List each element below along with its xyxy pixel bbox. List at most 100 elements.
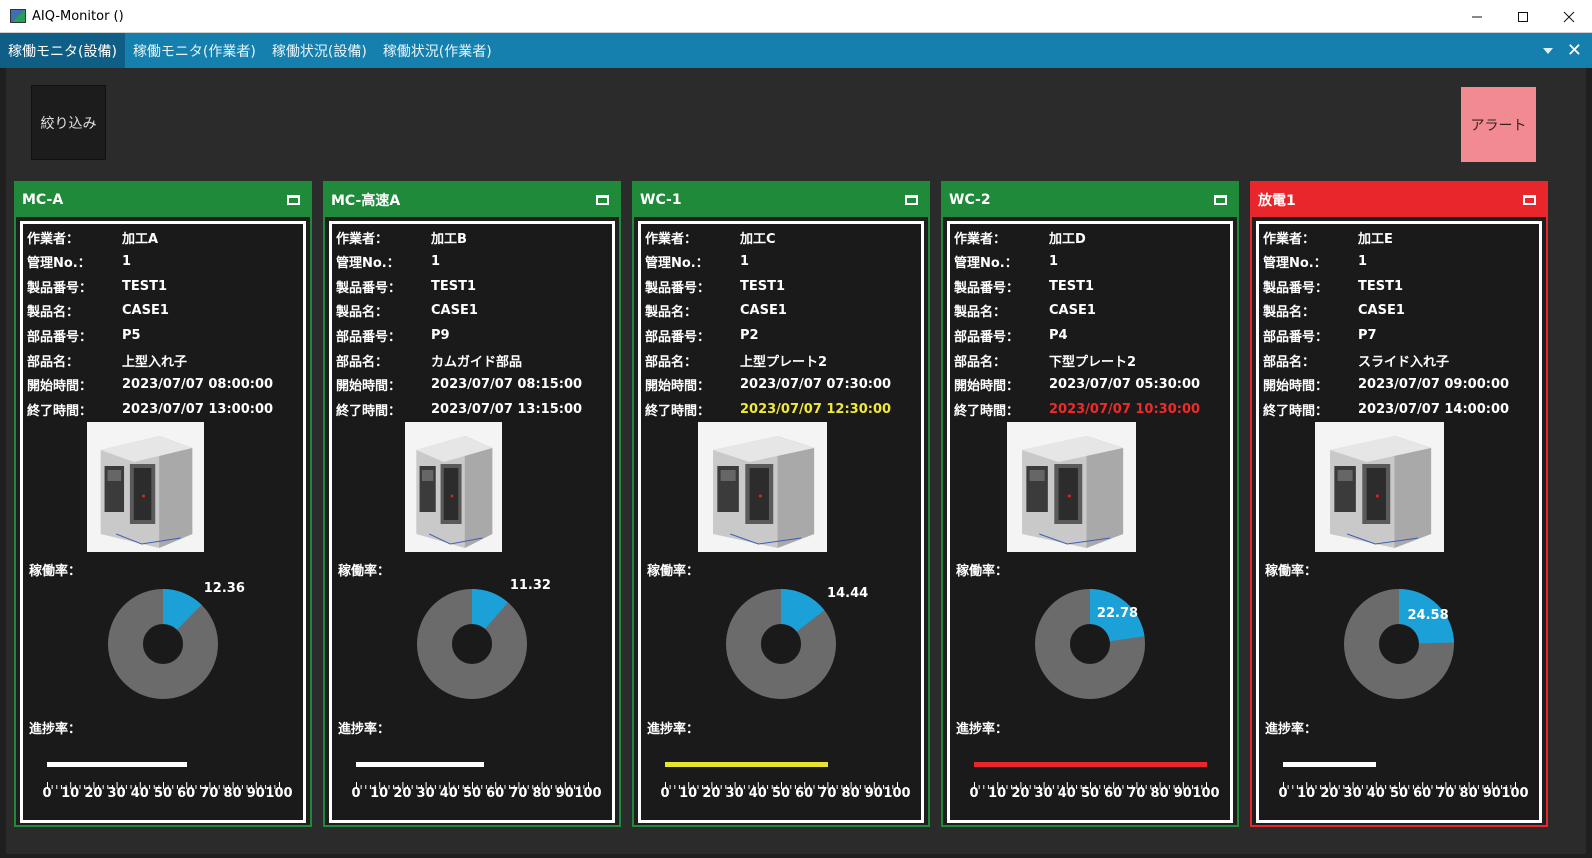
panel-header: 放電1 — [1252, 183, 1546, 217]
info-label: 管理No.： — [336, 256, 400, 272]
progress-label: 進捗率： — [338, 722, 391, 737]
info-label: 部品番号： — [27, 329, 93, 345]
info-label: 開始時間： — [645, 379, 711, 395]
progress-axis-ticks — [665, 774, 898, 789]
info-label: 製品名： — [645, 305, 698, 321]
axis-tick-label: 70 — [200, 786, 219, 801]
info-value: 2023/07/07 12:30:00 — [740, 401, 892, 417]
progress-gauge: 0 10 20 30 40 50 60 70 80 90 100 — [641, 754, 921, 814]
axis-tick-label: 100 — [1501, 786, 1529, 801]
info-label: 部品名： — [645, 354, 698, 370]
tab-bar: 稼働モニタ(設備) 稼働モニタ(作業者) 稼働状況(設備) 稼働状況(作業者) … — [0, 33, 1592, 68]
info-value: P7 — [1358, 327, 1377, 343]
utilization-label: 稼働率： — [647, 564, 700, 579]
progress-fill — [974, 762, 1207, 767]
tab-operation-monitor-equipment[interactable]: 稼働モニタ(設備) — [0, 33, 125, 68]
progress-track — [1283, 762, 1516, 768]
axis-tick-label: 60 — [486, 786, 505, 801]
info-value: 1 — [740, 254, 750, 270]
axis-tick-label: 90 — [864, 786, 883, 801]
info-label: 部品番号： — [954, 329, 1020, 345]
utilization-donut: 11.32 — [332, 578, 612, 709]
info-label: 終了時間： — [645, 403, 711, 419]
info-value: TEST1 — [431, 278, 477, 294]
info-row-product-no: 製品番号： TEST1 — [954, 276, 1094, 296]
axis-tick-label: 40 — [1057, 786, 1076, 801]
info-label: 製品番号： — [336, 280, 402, 296]
axis-tick-label: 10 — [1297, 786, 1316, 801]
info-row-start-time: 開始時間： 2023/07/07 05:30:00 — [954, 375, 1200, 395]
axis-tick-label: 10 — [370, 786, 389, 801]
close-tab-icon[interactable]: ✕ — [1567, 41, 1582, 60]
info-value: 2023/07/07 13:00:00 — [122, 401, 274, 417]
axis-tick-label: 30 — [416, 786, 435, 801]
info-value: CASE1 — [1358, 303, 1405, 319]
progress-gauge: 0 10 20 30 40 50 60 70 80 90 100 — [1259, 754, 1539, 814]
progress-track — [356, 762, 589, 768]
progress-label: 進捗率： — [956, 722, 1009, 737]
progress-gauge: 0 10 20 30 40 50 60 70 80 90 100 — [950, 754, 1230, 814]
axis-tick-label: 70 — [1436, 786, 1455, 801]
panel-body: 作業者： 加工B 管理No.： 1 製品番号： TEST1 製品名： CASE1 部品番号： P9… — [329, 221, 615, 823]
info-value: 1 — [122, 254, 132, 270]
alert-button[interactable]: アラート — [1461, 87, 1536, 162]
filter-button[interactable]: 絞り込み — [31, 85, 106, 160]
info-value: 加工C — [740, 231, 776, 247]
axis-tick-label: 100 — [1192, 786, 1220, 801]
tab-dropdown-icon[interactable] — [1542, 47, 1553, 54]
info-label: 作業者： — [1263, 231, 1316, 247]
maximize-panel-icon[interactable] — [596, 195, 609, 205]
machine-name: WC-2 — [949, 192, 991, 208]
info-label: 開始時間： — [336, 379, 402, 395]
tab-operation-status-worker[interactable]: 稼働状況(作業者) — [375, 33, 500, 68]
info-label: 製品名： — [336, 305, 389, 321]
info-value: 2023/07/07 08:00:00 — [122, 377, 274, 393]
axis-tick-label: 90 — [1482, 786, 1501, 801]
axis-tick-label: 10 — [61, 786, 80, 801]
info-label: 部品名： — [336, 354, 389, 370]
axis-tick-label: 30 — [1034, 786, 1053, 801]
info-value: P9 — [431, 327, 450, 343]
info-label: 開始時間： — [1263, 379, 1329, 395]
progress-axis-labels: 0 10 20 30 40 50 60 70 80 90 100 — [1275, 786, 1535, 802]
window-controls — [1454, 0, 1592, 33]
info-row-part-no: 部品番号： P7 — [1263, 325, 1377, 345]
axis-tick-label: 50 — [1389, 786, 1409, 801]
maximize-icon[interactable] — [1500, 0, 1546, 33]
info-row-product-name: 製品名： CASE1 — [27, 301, 169, 321]
info-value: カムガイド部品 — [431, 354, 523, 370]
tab-operation-monitor-worker[interactable]: 稼働モニタ(作業者) — [125, 33, 264, 68]
info-row-part-no: 部品番号： P9 — [336, 325, 450, 345]
info-label: 部品名： — [27, 354, 80, 370]
info-row-product-no: 製品番号： TEST1 — [336, 276, 476, 296]
axis-tick-label: 40 — [130, 786, 149, 801]
progress-axis-ticks — [356, 774, 589, 789]
tab-operation-status-equipment[interactable]: 稼働状況(設備) — [264, 33, 375, 68]
utilization-label: 稼働率： — [1265, 564, 1318, 579]
info-row-end-time: 終了時間： 2023/07/07 13:00:00 — [27, 399, 273, 419]
axis-tick-label: 100 — [883, 786, 911, 801]
axis-tick-label: 60 — [1413, 786, 1432, 801]
info-label: 製品番号： — [1263, 280, 1329, 296]
minimize-icon[interactable] — [1454, 0, 1500, 33]
close-window-icon[interactable] — [1546, 0, 1592, 33]
info-label: 管理No.： — [1263, 256, 1327, 272]
axis-tick-label: 20 — [1011, 786, 1030, 801]
progress-axis-labels: 0 10 20 30 40 50 60 70 80 90 100 — [966, 786, 1226, 802]
info-row-part-no: 部品番号： P4 — [954, 325, 1068, 345]
machine-name: 放電1 — [1258, 193, 1296, 209]
maximize-panel-icon[interactable] — [1523, 195, 1536, 205]
info-row-product-no: 製品番号： TEST1 — [1263, 276, 1403, 296]
utilization-label: 稼働率： — [29, 564, 82, 579]
info-value: 2023/07/07 08:15:00 — [431, 377, 583, 393]
machine-panel: WC-1 作業者： 加工C 管理No.： 1 製品番号： TEST1 製品名： CASE1 部品番… — [632, 181, 930, 827]
progress-fill — [1283, 762, 1377, 767]
progress-axis-ticks — [974, 774, 1207, 789]
progress-fill — [665, 762, 829, 767]
axis-tick-label: 30 — [107, 786, 126, 801]
maximize-panel-icon[interactable] — [287, 195, 300, 205]
info-value: CASE1 — [740, 303, 787, 319]
maximize-panel-icon[interactable] — [1214, 195, 1227, 205]
info-label: 終了時間： — [1263, 403, 1329, 419]
maximize-panel-icon[interactable] — [905, 195, 918, 205]
